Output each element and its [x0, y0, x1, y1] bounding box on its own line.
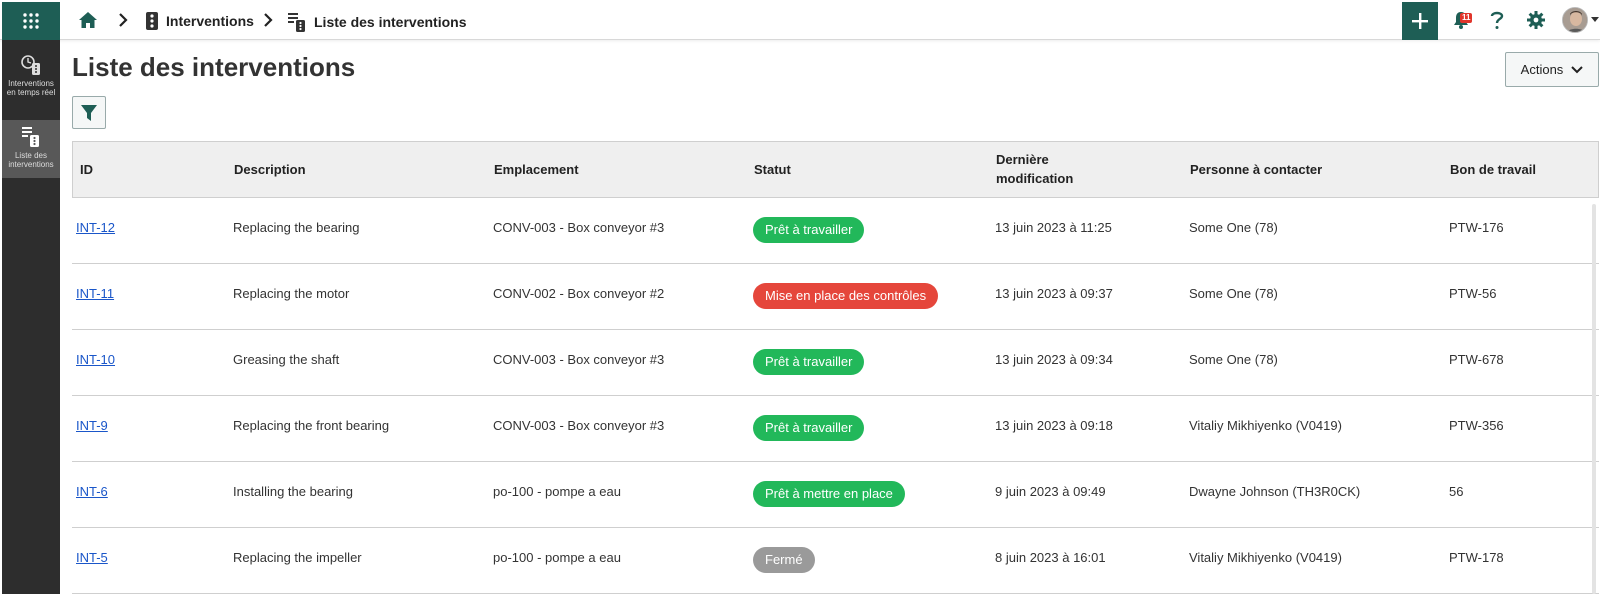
row-description: Installing the bearing	[233, 484, 353, 499]
row-last-modified: 8 juin 2023 à 16:01	[995, 550, 1106, 565]
page-title: Liste des interventions	[72, 52, 356, 82]
top-bar: Interventions Liste des interventions 11	[0, 0, 1600, 40]
row-last-modified: 13 juin 2023 à 09:18	[995, 418, 1113, 433]
row-work-order: PTW-178	[1449, 550, 1504, 565]
row-work-order: 56	[1449, 484, 1464, 499]
help-icon	[1490, 11, 1504, 29]
table-row[interactable]: INT-9 Replacing the front bearing CONV-003…	[72, 396, 1599, 462]
clock-traffic-icon	[21, 55, 40, 75]
row-id-link[interactable]: INT-9	[76, 418, 108, 433]
row-description: Replacing the front bearing	[233, 418, 390, 433]
row-last-modified: 13 juin 2023 à 09:34	[995, 352, 1113, 367]
filter-button[interactable]	[72, 96, 106, 129]
row-contact: Some One (78)	[1189, 352, 1278, 367]
row-id-link[interactable]: INT-12	[76, 220, 115, 235]
row-status-badge: Mise en place des contrôles	[753, 283, 939, 309]
column-header-last-modified[interactable]: Dernière modification	[996, 150, 1086, 188]
notification-badge: 11	[1460, 13, 1473, 23]
row-status-badge: Prêt à travailler	[753, 349, 865, 375]
user-avatar[interactable]	[1562, 7, 1588, 33]
row-id-link[interactable]: INT-5	[76, 550, 108, 565]
row-last-modified: 13 juin 2023 à 11:25	[995, 220, 1112, 235]
plus-icon	[1412, 13, 1428, 29]
sidebar-item-label: Liste des interventions	[8, 151, 54, 169]
row-last-modified: 9 juin 2023 à 09:49	[995, 484, 1106, 499]
row-work-order: PTW-678	[1449, 352, 1504, 367]
gear-icon	[1527, 11, 1545, 29]
table-header: ID Description Emplacement Statut Derniè…	[72, 141, 1599, 198]
actions-label: Actions	[1520, 62, 1564, 77]
row-id-link[interactable]: INT-10	[76, 352, 115, 367]
settings-button[interactable]	[1526, 10, 1546, 35]
row-location: CONV-003 - Box conveyor #3	[493, 418, 665, 433]
row-location: po-100 - pompe a eau	[493, 484, 621, 499]
row-location: po-100 - pompe a eau	[493, 550, 621, 565]
sidebar-item-realtime-interventions[interactable]: Interventions en temps réel	[2, 54, 60, 118]
chevron-right-icon	[264, 13, 273, 27]
breadcrumb-interventions[interactable]: Interventions	[146, 12, 254, 30]
row-contact: Vitaliy Mikhiyenko (V0419)	[1189, 418, 1342, 433]
row-work-order: PTW-56	[1449, 286, 1497, 301]
row-location: CONV-003 - Box conveyor #3	[493, 352, 665, 367]
column-header-contact[interactable]: Personne à contacter	[1190, 160, 1322, 179]
add-button[interactable]	[1402, 2, 1438, 40]
row-status-badge: Prêt à mettre en place	[753, 481, 905, 507]
row-work-order: PTW-176	[1449, 220, 1504, 235]
row-id-link[interactable]: INT-6	[76, 484, 108, 499]
table-row[interactable]: INT-12 Replacing the bearing CONV-003 - Bo…	[72, 198, 1599, 264]
row-status-badge: Prêt à travailler	[753, 415, 865, 441]
row-description: Replacing the impeller	[233, 550, 362, 565]
column-header-description[interactable]: Description	[234, 160, 306, 179]
table-row[interactable]: INT-10 Greasing the shaft CONV-003 - Box c…	[72, 330, 1599, 396]
home-icon	[79, 12, 97, 28]
list-traffic-icon	[22, 127, 39, 147]
row-contact: Vitaliy Mikhiyenko (V0419)	[1189, 550, 1342, 565]
grid-icon	[23, 13, 39, 29]
sidebar: Interventions en temps réel Liste des in…	[2, 40, 60, 594]
chevron-down-icon	[1571, 65, 1584, 73]
row-location: CONV-002 - Box conveyor #2	[493, 286, 665, 301]
row-status-badge: Fermé	[753, 547, 815, 573]
sidebar-item-label: Interventions en temps réel	[6, 79, 56, 97]
table-row[interactable]: INT-5 Replacing the impeller po-100 - pomp…	[72, 528, 1599, 594]
chevron-down-icon[interactable]	[1591, 17, 1599, 23]
row-id-link[interactable]: INT-11	[76, 286, 114, 301]
user-photo-icon	[1563, 8, 1587, 32]
row-status-badge: Prêt à travailler	[753, 217, 865, 243]
row-description: Greasing the shaft	[233, 352, 340, 367]
help-button[interactable]	[1490, 10, 1504, 35]
traffic-light-icon	[146, 12, 158, 30]
app-launcher-button[interactable]	[2, 2, 60, 40]
sidebar-item-intervention-list[interactable]: Liste des interventions	[2, 120, 60, 178]
row-contact: Some One (78)	[1189, 286, 1278, 301]
row-description: Replacing the motor	[233, 286, 350, 301]
chevron-right-icon	[119, 13, 128, 27]
row-last-modified: 13 juin 2023 à 09:37	[995, 286, 1113, 301]
filter-icon	[81, 104, 97, 121]
breadcrumb-label: Liste des interventions	[314, 14, 467, 30]
row-contact: Dwayne Johnson (TH3R0CK)	[1189, 484, 1361, 499]
vertical-scrollbar[interactable]	[1592, 204, 1596, 594]
column-header-id[interactable]: ID	[80, 160, 93, 179]
column-header-status[interactable]: Statut	[754, 160, 791, 179]
row-description: Replacing the bearing	[233, 220, 360, 235]
column-header-location[interactable]: Emplacement	[494, 160, 579, 179]
breadcrumb-label: Interventions	[166, 13, 254, 29]
row-work-order: PTW-356	[1449, 418, 1504, 433]
table-row[interactable]: INT-11 Replacing the motor CONV-002 - Box …	[72, 264, 1599, 330]
home-button[interactable]	[78, 10, 98, 35]
row-location: CONV-003 - Box conveyor #3	[493, 220, 665, 235]
table-row[interactable]: INT-6 Installing the bearing po-100 - pomp…	[72, 462, 1599, 528]
list-traffic-icon	[288, 13, 305, 32]
breadcrumb-current: Liste des interventions	[288, 12, 466, 32]
column-header-work-order[interactable]: Bon de travail	[1450, 160, 1536, 179]
row-contact: Some One (78)	[1189, 220, 1278, 235]
actions-button[interactable]: Actions	[1505, 52, 1599, 87]
